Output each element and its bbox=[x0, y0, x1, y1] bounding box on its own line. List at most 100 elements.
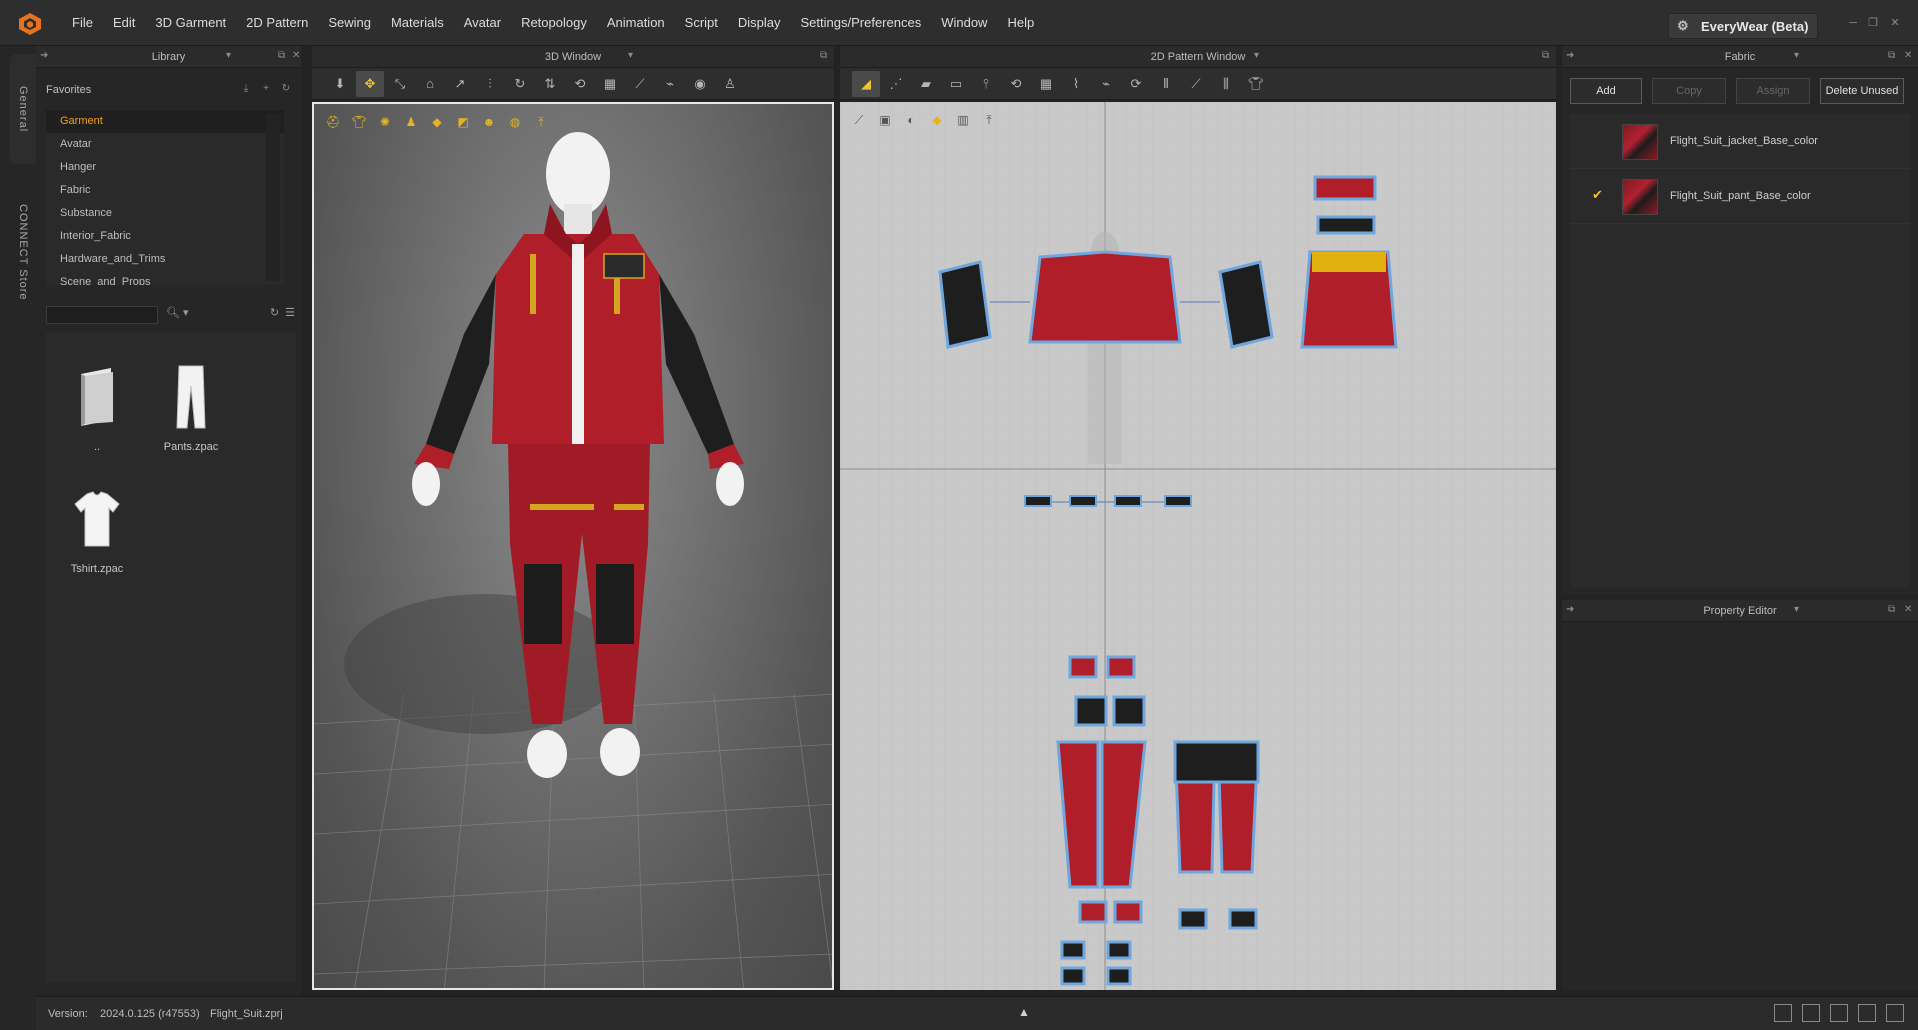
layout-three-icon[interactable] bbox=[1830, 1004, 1848, 1022]
symmetry-icon[interactable]: ⫼ bbox=[1212, 71, 1240, 97]
dropdown-icon[interactable]: ▾ bbox=[226, 50, 231, 61]
favorite-hanger[interactable]: Hanger bbox=[46, 156, 284, 179]
segment-sew-icon[interactable]: ⟋ bbox=[1182, 71, 1210, 97]
float-icon[interactable]: ⧉ bbox=[1888, 604, 1895, 615]
menu-edit[interactable]: Edit bbox=[103, 0, 145, 46]
file-pants[interactable]: Pants.zpac bbox=[146, 362, 236, 453]
add-fabric-button[interactable]: Add bbox=[1570, 78, 1642, 104]
favorite-substance[interactable]: Substance bbox=[46, 202, 284, 225]
float-icon[interactable]: ⧉ bbox=[1542, 50, 1549, 61]
display-garment-icon[interactable]: 👕︎ bbox=[348, 112, 370, 132]
add-icon[interactable]: + bbox=[259, 82, 273, 96]
polygon-icon[interactable]: ▰ bbox=[912, 71, 940, 97]
download-icon[interactable]: ⤓ bbox=[239, 82, 253, 96]
transform-pattern-icon[interactable]: ◢ bbox=[852, 70, 880, 97]
float-icon[interactable]: ⧉ bbox=[820, 50, 827, 61]
panel-close-icon[interactable]: ✕ bbox=[292, 50, 300, 61]
pleat-icon[interactable]: ⦀ bbox=[1152, 71, 1180, 97]
display-grid-icon[interactable]: ▣ bbox=[874, 110, 896, 130]
refresh-icon[interactable]: ↻ bbox=[279, 82, 293, 96]
tack-tool-icon[interactable]: ⫶ bbox=[476, 71, 504, 97]
layout-custom-icon[interactable] bbox=[1886, 1004, 1904, 1022]
dropdown-icon[interactable]: ▾ bbox=[1794, 604, 1799, 615]
sew-tool-icon[interactable]: ⌁ bbox=[656, 71, 684, 97]
favorite-scene-props[interactable]: Scene_and_Props bbox=[46, 271, 284, 285]
menu-avatar[interactable]: Avatar bbox=[454, 0, 511, 46]
dropdown-icon[interactable]: ▾ bbox=[1794, 50, 1799, 61]
favorite-garment[interactable]: Garment bbox=[46, 110, 284, 133]
dropdown-icon[interactable]: ▾ bbox=[628, 50, 633, 61]
favorite-fabric[interactable]: Fabric bbox=[46, 179, 284, 202]
measure-tool-icon[interactable]: ↗ bbox=[446, 71, 474, 97]
menu-materials[interactable]: Materials bbox=[381, 0, 454, 46]
fold-tool-icon[interactable]: ⌂ bbox=[416, 71, 444, 97]
delete-unused-button[interactable]: Delete Unused bbox=[1820, 78, 1904, 104]
display-texture-icon[interactable]: ✺ bbox=[374, 112, 396, 132]
garment-icon[interactable]: 👕︎ bbox=[1242, 71, 1270, 97]
avatar-tool-icon[interactable]: ♙ bbox=[716, 71, 744, 97]
restore-icon[interactable]: ❐ bbox=[1866, 16, 1880, 30]
favorites-scrollbar[interactable] bbox=[266, 114, 280, 281]
brush-tool-icon[interactable]: ↻ bbox=[506, 71, 534, 97]
edit-point-icon[interactable]: ⋰ bbox=[882, 71, 910, 97]
file-parent-folder[interactable]: .. bbox=[52, 362, 142, 453]
close-icon[interactable]: ✕ bbox=[1888, 16, 1902, 30]
panel-close-icon[interactable]: ✕ bbox=[1904, 50, 1912, 61]
point-tool-icon[interactable]: ◉ bbox=[686, 71, 714, 97]
display-environment-icon[interactable]: ◍ bbox=[504, 112, 526, 132]
display-arrangement-icon[interactable]: ▥ bbox=[952, 110, 974, 130]
menu-settings[interactable]: Settings/Preferences bbox=[791, 0, 932, 46]
favorite-interior-fabric[interactable]: Interior_Fabric bbox=[46, 225, 284, 248]
menu-display[interactable]: Display bbox=[728, 0, 791, 46]
favorite-avatar[interactable]: Avatar bbox=[46, 133, 284, 156]
everywear-button[interactable]: ⚙ EveryWear (Beta) bbox=[1668, 13, 1818, 39]
menu-sewing[interactable]: Sewing bbox=[318, 0, 381, 46]
search-icon[interactable]: 🔍︎ ▾ bbox=[166, 306, 189, 319]
menu-script[interactable]: Script bbox=[675, 0, 728, 46]
menu-window[interactable]: Window bbox=[931, 0, 997, 46]
display-shading-icon[interactable]: ◩ bbox=[452, 112, 474, 132]
move-tool-icon[interactable]: ✥ bbox=[356, 70, 384, 97]
viewport-3d[interactable]: ⛑ 👕︎ ✺ ♟ ◆ ◩ ☻ ◍ ⤒ bbox=[312, 102, 834, 990]
grid-pattern-icon[interactable]: ▦ bbox=[1032, 71, 1060, 97]
assign-fabric-button[interactable]: Assign bbox=[1736, 78, 1810, 104]
fabric-item[interactable]: Flight_Suit_jacket_Base_color bbox=[1570, 114, 1910, 169]
refresh-icon[interactable]: ↻ bbox=[270, 306, 279, 319]
fabric-item[interactable]: ✔ Flight_Suit_pant_Base_color bbox=[1570, 169, 1910, 224]
display-export-2d-icon[interactable]: ⤒ bbox=[978, 110, 1000, 130]
rotate-pattern-icon[interactable]: ⟲ bbox=[1002, 71, 1030, 97]
display-pattern-icon[interactable]: ⟋ bbox=[848, 110, 870, 130]
viewport-2d[interactable]: ⟋ ▣ ◐ ◆ ▥ ⤒ bbox=[840, 102, 1556, 990]
display-fabric-2d-icon[interactable]: ◆ bbox=[926, 110, 948, 130]
sew-pattern-icon[interactable]: ⟳ bbox=[1122, 71, 1150, 97]
app-logo-icon[interactable] bbox=[18, 12, 42, 36]
float-icon[interactable]: ⧉ bbox=[1888, 50, 1895, 61]
file-tshirt[interactable]: Tshirt.zpac bbox=[52, 484, 142, 575]
arrange-tool-icon[interactable]: ⇅ bbox=[536, 71, 564, 97]
menu-retopology[interactable]: Retopology bbox=[511, 0, 597, 46]
expand-up-icon[interactable]: ▲ bbox=[1018, 1005, 1030, 1019]
display-avatar-icon[interactable]: ⛑ bbox=[322, 112, 344, 132]
dart-icon[interactable]: ⌁ bbox=[1092, 71, 1120, 97]
menu-2d-pattern[interactable]: 2D Pattern bbox=[236, 0, 318, 46]
list-view-icon[interactable]: ☰ bbox=[285, 306, 295, 319]
menu-file[interactable]: File bbox=[62, 0, 103, 46]
display-export-icon[interactable]: ⤒ bbox=[530, 112, 552, 132]
tab-general[interactable]: General bbox=[10, 54, 36, 164]
display-light-icon[interactable]: ☻ bbox=[478, 112, 500, 132]
menu-3d-garment[interactable]: 3D Garment bbox=[145, 0, 236, 46]
layout-split-icon[interactable] bbox=[1802, 1004, 1820, 1022]
menu-help[interactable]: Help bbox=[997, 0, 1044, 46]
float-icon[interactable]: ⧉ bbox=[278, 50, 285, 61]
layout-quad-icon[interactable] bbox=[1858, 1004, 1876, 1022]
smooth-tool-icon[interactable]: ⟋ bbox=[626, 71, 654, 97]
library-search-input[interactable] bbox=[46, 306, 158, 324]
display-fabric-icon[interactable]: ◆ bbox=[426, 112, 448, 132]
layout-single-icon[interactable] bbox=[1774, 1004, 1792, 1022]
panel-close-icon[interactable]: ✕ bbox=[1904, 604, 1912, 615]
select-mesh-icon[interactable]: ⬇ bbox=[326, 71, 354, 97]
favorite-hardware-trims[interactable]: Hardware_and_Trims bbox=[46, 248, 284, 271]
rectangle-icon[interactable]: ▭ bbox=[942, 71, 970, 97]
internal-line-icon[interactable]: ⫯ bbox=[972, 71, 1000, 97]
minimize-icon[interactable]: ─ bbox=[1846, 16, 1860, 30]
